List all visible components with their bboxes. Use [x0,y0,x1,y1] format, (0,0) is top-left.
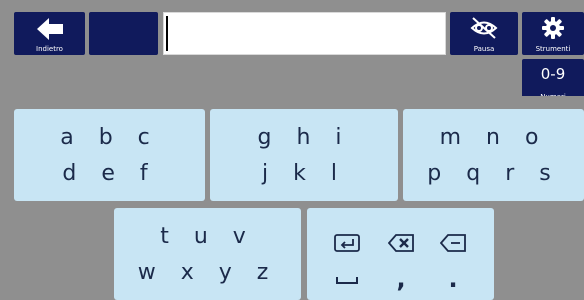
back-arrow-icon [14,16,85,42]
key-row-bottom: p q r s [427,161,560,186]
numbers-key-text: 0-9 [540,65,566,83]
backspace-icon [388,234,414,252]
key-row-top: g h i [257,125,351,150]
key-row-top: t u v [160,224,255,249]
top-toolbar: Indietro Pausa Strumenti 0-9 [0,0,584,103]
key-row-top: a b c [60,125,159,150]
delete-left-key[interactable] [435,228,471,258]
text-caret [166,16,168,51]
comma-key[interactable]: , [383,264,419,294]
key-row-bottom: j k l [262,161,346,186]
pause-button[interactable]: Pausa [450,12,518,55]
comma-label: , [396,265,406,293]
back-button-label: Indietro [36,45,63,53]
tools-button-label: Strumenti [535,45,571,53]
key-row-bottom: w x y z [137,260,278,285]
backspace-key[interactable] [383,228,419,258]
period-key[interactable]: . [435,264,471,294]
text-input[interactable] [163,12,446,55]
key-tuvwxyz[interactable]: t u v w x y z [114,208,301,300]
blank-button[interactable] [89,12,158,55]
key-mnopqrs[interactable]: m n o p q r s [403,109,584,201]
key-ghijkl[interactable]: g h i j k l [210,109,398,201]
enter-icon [334,234,360,252]
gear-icon [522,16,584,40]
tools-button[interactable]: Strumenti [522,12,584,55]
special-keys: , . [307,208,494,300]
delete-left-icon [440,234,466,252]
key-row-bottom: d e f [62,161,157,186]
space-key[interactable] [329,264,365,294]
keyboard: a b c d e f g h i j k l m n o p q r s t … [0,96,584,300]
eye-closed-icon [450,16,518,40]
pause-button-label: Pausa [473,45,495,53]
space-icon [336,277,358,284]
key-abcdef[interactable]: a b c d e f [14,109,205,201]
back-button[interactable]: Indietro [14,12,85,55]
enter-key[interactable] [329,228,365,258]
key-row-top: m n o [439,125,548,150]
period-label: . [448,265,458,293]
